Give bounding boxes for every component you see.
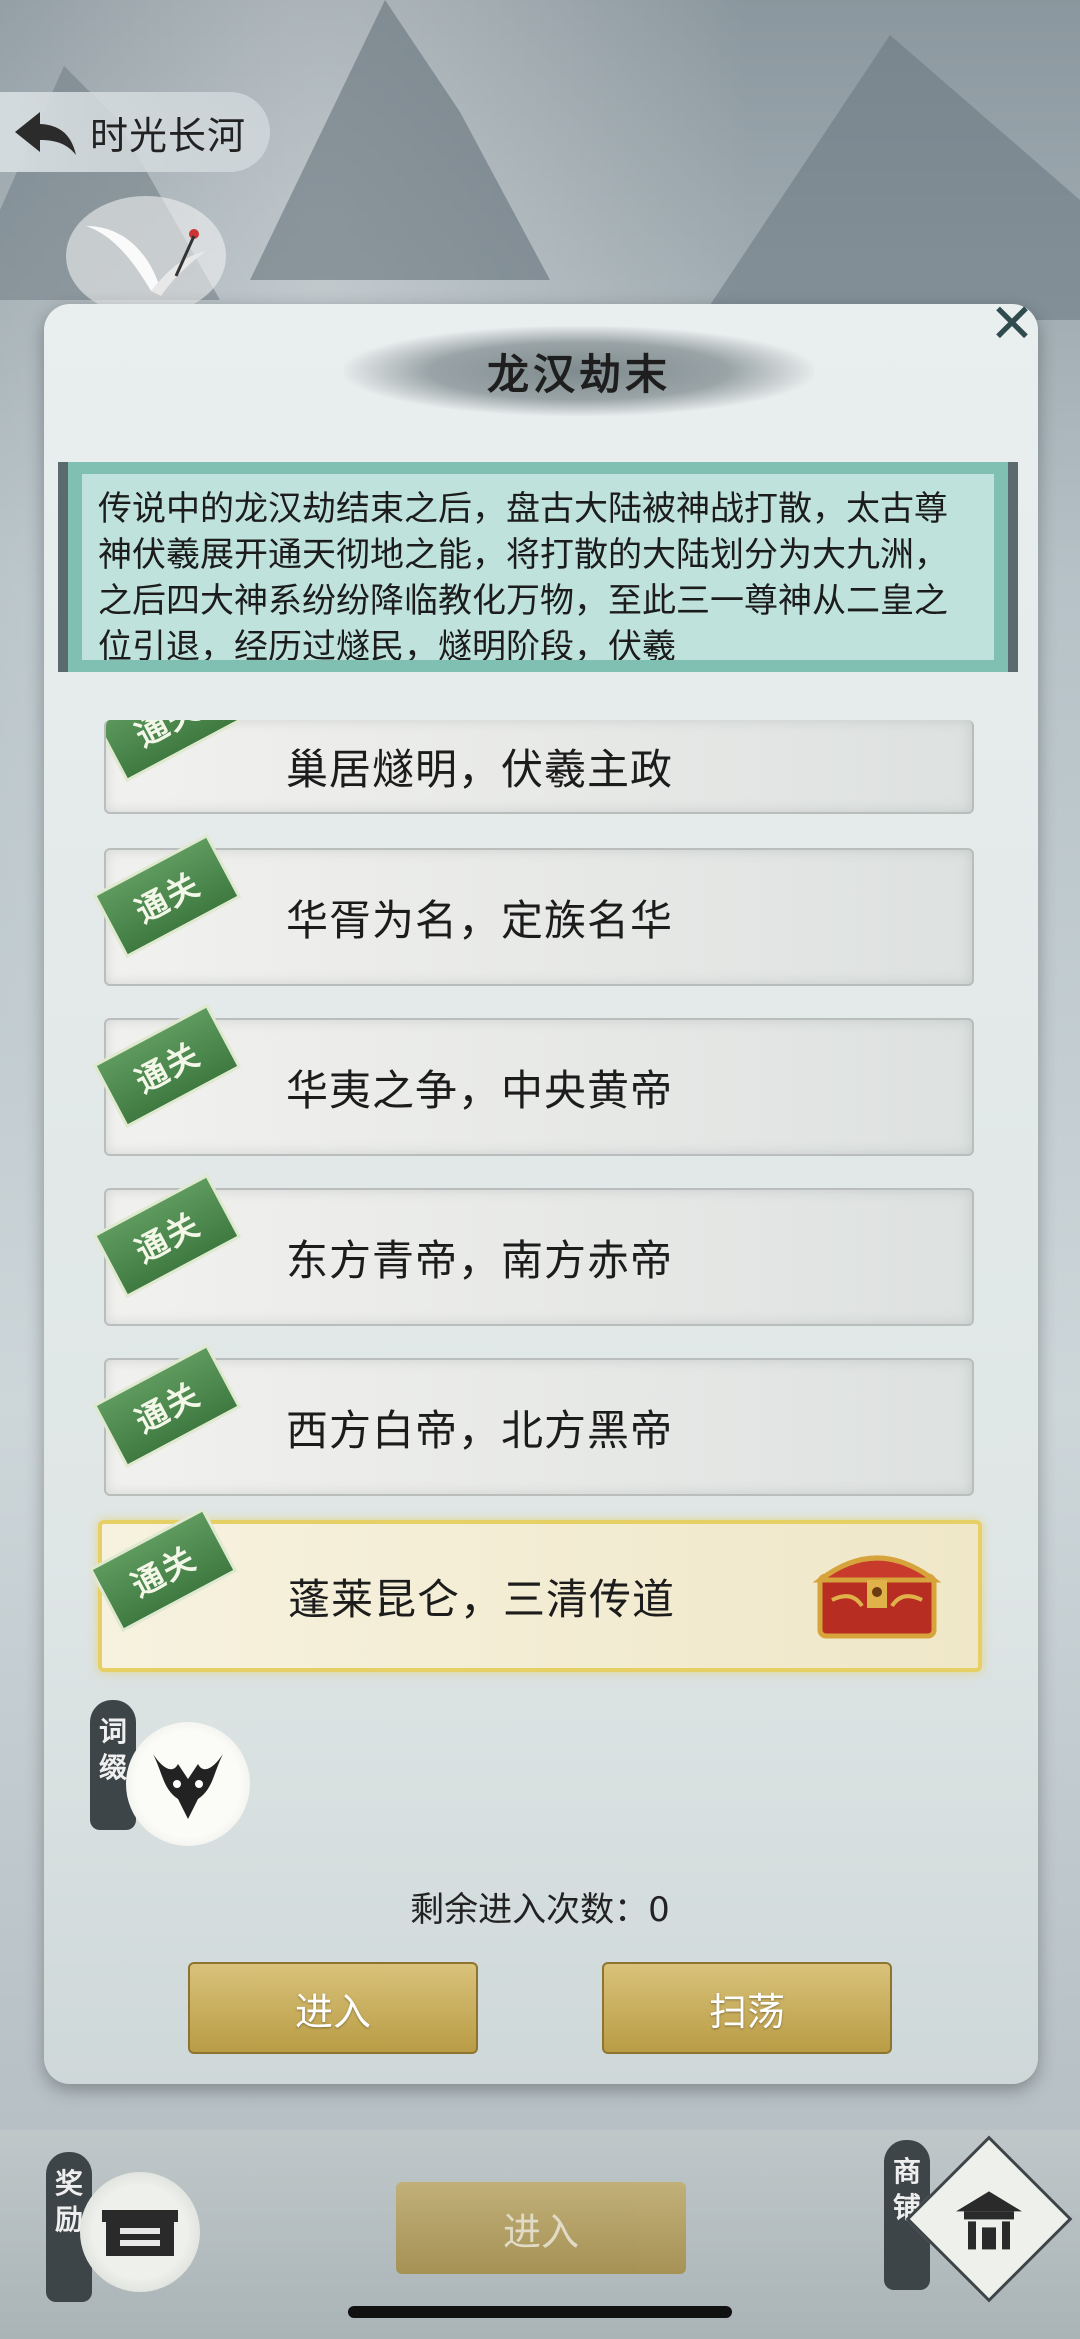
home-indicator[interactable] xyxy=(348,2306,732,2318)
stage-item-active[interactable]: 通关 蓬莱昆仑，三清传道 xyxy=(88,1507,982,1672)
mountain-center xyxy=(250,0,550,280)
stage-label: 东方青帝，南方赤帝 xyxy=(286,1235,674,1285)
stage-item[interactable]: 通关 华胥为名，定族名华 xyxy=(92,833,974,986)
demon-mask-icon[interactable] xyxy=(126,1722,250,1846)
back-arrow-icon[interactable] xyxy=(0,92,90,172)
remaining-value: 0 xyxy=(648,1890,670,1930)
description-text: 传说中的龙汉劫结束之后，盘古大陆被神战打散，太古尊神伏羲展开通天彻地之能，将打散… xyxy=(98,489,948,660)
stage-item[interactable]: 通关 西方白帝，北方黑帝 xyxy=(92,1343,974,1496)
stage-item[interactable]: 通关 巢居燧明，伏羲主政 xyxy=(104,720,974,814)
description-scroll-inner: 传说中的龙汉劫结束之后，盘古大陆被神战打散，太古尊神伏羲展开通天彻地之能，将打散… xyxy=(82,474,994,660)
treasure-chest-icon[interactable] xyxy=(812,1540,942,1640)
stage-label: 蓬莱昆仑，三清传道 xyxy=(288,1574,676,1624)
remaining-label: 剩余进入次数： xyxy=(410,1890,649,1930)
bottom-enter-button[interactable]: 进入 xyxy=(396,2182,686,2274)
stage-item[interactable]: 通关 东方青帝，南方赤帝 xyxy=(92,1173,974,1326)
cleared-badge: 通关 xyxy=(106,720,242,783)
enter-button[interactable]: 进入 xyxy=(188,1962,478,2054)
cleared-badge: 通关 xyxy=(92,833,242,959)
stage-label: 西方白帝，北方黑帝 xyxy=(286,1405,674,1455)
close-icon[interactable]: ✕ xyxy=(984,296,1040,352)
stage-label: 华夷之争，中央黄帝 xyxy=(286,1065,674,1115)
sweep-button[interactable]: 扫荡 xyxy=(602,1962,892,2054)
cleared-badge: 通关 xyxy=(92,1343,242,1469)
stage-list[interactable]: 通关 巢居燧明，伏羲主政 通关 华胥为名，定族名华 通关 华夷之争，中央黄帝 通… xyxy=(88,720,982,1724)
cleared-badge: 通关 xyxy=(92,1173,242,1299)
remaining-entries: 剩余进入次数：0 xyxy=(0,1882,1080,1931)
crane-emblem-icon xyxy=(66,196,226,316)
mountain-right xyxy=(700,35,1080,320)
modal-title-band: 龙汉劫末 xyxy=(344,326,814,416)
description-scroll[interactable]: 传说中的龙汉劫结束之后，盘古大陆被神战打散，太古尊神伏羲展开通天彻地之能，将打散… xyxy=(58,462,1018,672)
cleared-badge: 通关 xyxy=(92,1003,242,1129)
stage-item[interactable]: 通关 华夷之争，中央黄帝 xyxy=(92,1003,974,1156)
stage-label: 华胥为名，定族名华 xyxy=(286,895,674,945)
stage-label: 巢居燧明，伏羲主政 xyxy=(286,744,674,794)
page-title: 时光长河 xyxy=(90,113,247,158)
top-bar: 时光长河 xyxy=(0,92,270,172)
modal-title: 龙汉劫末 xyxy=(486,349,671,399)
reward-box-icon[interactable] xyxy=(80,2172,200,2292)
cleared-badge: 通关 xyxy=(88,1507,238,1633)
